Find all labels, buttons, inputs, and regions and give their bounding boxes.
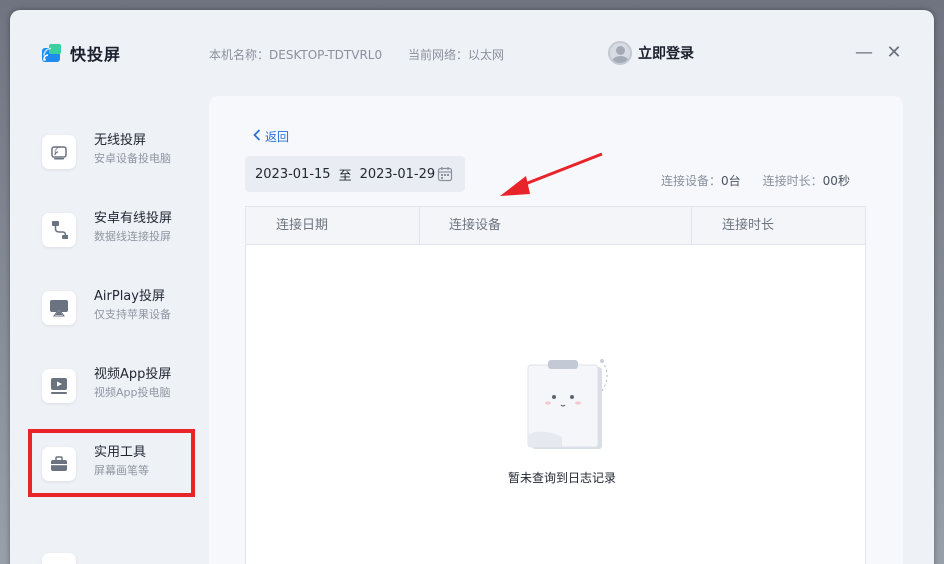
airplay-icon (42, 291, 76, 325)
log-table: 连接日期 连接设备 连接时长 暂未查询到日志记录 (245, 206, 866, 564)
empty-clipboard-icon (502, 359, 622, 461)
sidebar-item-video-app[interactable]: 视频App投屏 视频App投电脑 (42, 366, 202, 426)
app-logo-icon (40, 42, 64, 64)
sidebar-item-subtitle: 视频App投电脑 (94, 386, 171, 399)
sidebar-item-subtitle: 数据线连接投屏 (94, 230, 171, 243)
duration-label: 连接时长： (762, 174, 823, 188)
sidebar-item-title: 无线投屏 (94, 133, 147, 148)
login-label: 立即登录 (638, 46, 694, 62)
column-header-date: 连接日期 (276, 218, 329, 233)
annotation-arrow (500, 152, 603, 196)
sidebar-item-airplay[interactable]: AirPlay投屏 仅支持苹果设备 (42, 288, 202, 348)
sidebar-item-title: 视频App投屏 (94, 367, 172, 382)
date-separator: 至 (338, 168, 352, 184)
sidebar-more-icon[interactable] (42, 553, 76, 564)
sidebar-item-subtitle: 仅支持苹果设备 (94, 308, 171, 321)
back-label: 返回 (265, 130, 290, 144)
duration-value: 00秒 (822, 174, 850, 188)
chevron-left-icon (253, 129, 261, 144)
date-end: 2023-01-29 (359, 166, 436, 182)
sidebar-item-usb-cast[interactable]: 安卓有线投屏 数据线连接投屏 (42, 210, 202, 270)
sidebar-item-wireless-cast[interactable]: 无线投屏 安卓设备投电脑 (42, 132, 202, 192)
annotation-highlight-box (28, 429, 195, 497)
video-app-icon (42, 369, 76, 403)
column-divider (691, 207, 692, 245)
empty-state: 暂未查询到日志记录 (482, 357, 642, 485)
table-header: 连接日期 连接设备 连接时长 (246, 207, 865, 245)
close-button[interactable]: ✕ (884, 43, 904, 63)
app-window: 快投屏 本机名称：DESKTOP-TDTVRL0 当前网络：以太网 立即登录 —… (10, 10, 934, 564)
minimize-button[interactable]: — (854, 43, 874, 63)
empty-state-text: 暂未查询到日志记录 (507, 471, 616, 485)
avatar-icon (608, 41, 632, 65)
devices-value: 0台 (721, 174, 741, 188)
column-header-device: 连接设备 (449, 218, 502, 233)
devices-label: 连接设备： (661, 174, 722, 188)
app-name: 快投屏 (70, 45, 122, 64)
column-header-duration: 连接时长 (722, 218, 775, 233)
back-button[interactable]: 返回 (253, 128, 289, 145)
connection-stats: 连接设备：0台 连接时长：00秒 (661, 172, 850, 189)
wireless-cast-icon (42, 135, 76, 169)
date-range-picker[interactable]: 2023-01-15 至 2023-01-29 (245, 156, 465, 192)
network-label: 当前网络：以太网 (408, 48, 505, 62)
date-start: 2023-01-15 (255, 166, 331, 182)
column-divider (419, 207, 420, 245)
host-name-label: 本机名称：DESKTOP-TDTVRL0 (209, 48, 383, 62)
title-bar: 快投屏 本机名称：DESKTOP-TDTVRL0 当前网络：以太网 立即登录 —… (10, 10, 934, 96)
login-button[interactable]: 立即登录 (608, 41, 694, 65)
usb-cable-icon (42, 213, 76, 247)
sidebar-item-title: 安卓有线投屏 (94, 211, 173, 226)
calendar-icon (437, 166, 453, 182)
app-logo: 快投屏 (40, 41, 121, 65)
sidebar-item-title: AirPlay投屏 (94, 289, 165, 304)
sidebar-item-subtitle: 安卓设备投电脑 (94, 152, 171, 165)
